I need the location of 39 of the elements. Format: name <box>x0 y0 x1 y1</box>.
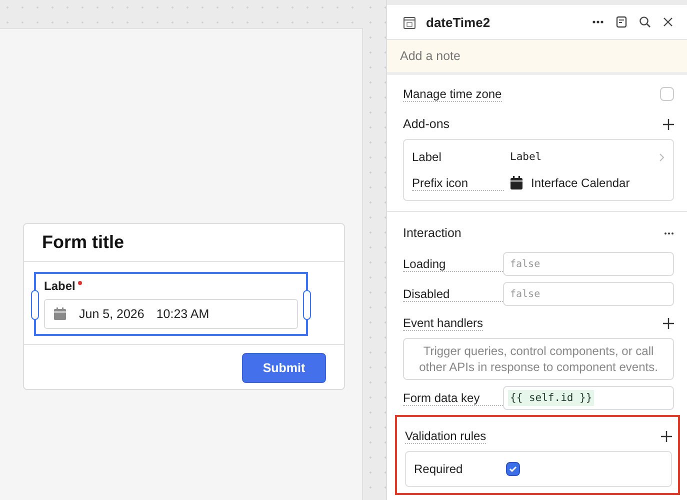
form-data-key-field[interactable]: {{ self.id }} <box>503 386 674 410</box>
setting-label: Event handlers <box>403 316 484 330</box>
rule-label: Required <box>414 462 464 476</box>
more-icon[interactable] <box>592 20 604 24</box>
setting-label: Form data key <box>403 390 503 406</box>
addon-row[interactable]: Label Label <box>412 144 665 170</box>
addon-value: Interface Calendar <box>531 176 630 190</box>
addon-value: Label <box>510 151 542 163</box>
add-icon[interactable] <box>663 118 674 130</box>
resize-handle[interactable] <box>303 290 311 320</box>
submit-button[interactable]: Submit <box>242 353 326 383</box>
loading-field[interactable]: false <box>503 252 674 276</box>
addon-label: Label <box>412 150 442 164</box>
more-icon[interactable] <box>664 232 674 234</box>
addon-row[interactable]: Prefix icon Interface Calendar <box>412 170 665 196</box>
section-title: Add-ons <box>403 117 450 131</box>
addon-label: Prefix icon <box>412 176 504 190</box>
check-icon <box>508 464 518 474</box>
form-title: Form title <box>42 232 124 253</box>
date-time-field[interactable]: Jun 5, 2026 10:23 AM <box>44 299 298 329</box>
code-value: {{ self.id }} <box>508 390 594 406</box>
add-icon[interactable] <box>661 430 672 442</box>
time-value: 10:23 AM <box>156 307 210 321</box>
component-name: dateTime2 <box>426 14 490 30</box>
section-title: Validation rules <box>405 428 486 444</box>
resize-handle[interactable] <box>31 290 39 320</box>
empty-handlers-message: Trigger queries, control components, or call other APIs in response to component events. <box>403 338 674 380</box>
note-field[interactable]: Add a note <box>387 40 687 75</box>
date-value: Jun 5, 2026 <box>79 307 144 321</box>
checkbox[interactable] <box>506 462 520 476</box>
search-icon[interactable] <box>639 16 651 28</box>
setting-label: Manage time zone <box>403 86 502 102</box>
section-title: Interaction <box>403 226 462 240</box>
date-time-component[interactable]: Label Jun 5, 2026 10:23 AM <box>34 272 308 336</box>
chevron-icon <box>659 152 665 162</box>
close-icon[interactable] <box>663 17 673 27</box>
field-label: Label <box>44 279 76 293</box>
add-icon[interactable] <box>663 318 674 328</box>
document-icon[interactable] <box>616 16 627 28</box>
